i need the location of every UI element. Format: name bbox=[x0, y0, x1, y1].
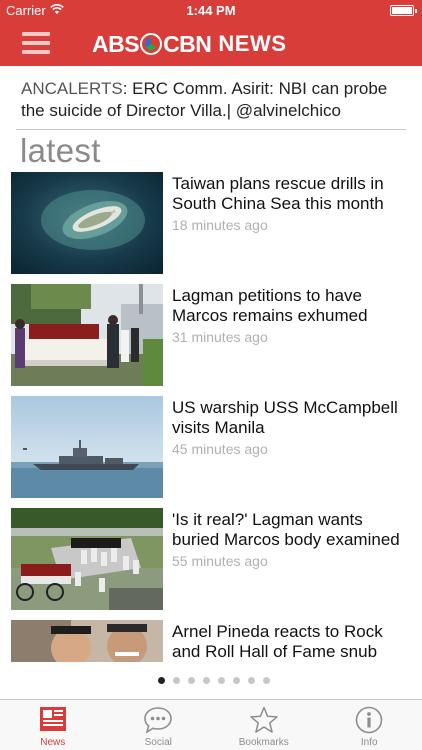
page-dot[interactable] bbox=[233, 677, 240, 684]
status-bar: Carrier 1:44 PM bbox=[0, 0, 422, 22]
menu-button[interactable] bbox=[22, 30, 50, 56]
hamburger-icon-bar bbox=[22, 32, 50, 36]
logo-text-left: ABS bbox=[92, 30, 140, 57]
breaking-news[interactable]: ANCALERTS: ERC Comm. Asirit: NBI can pro… bbox=[21, 78, 411, 122]
section-title: latest bbox=[20, 132, 101, 169]
clock: 1:44 PM bbox=[186, 3, 236, 18]
nav-bar: ABS CBN NEWS bbox=[0, 22, 422, 66]
article-time: 31 minutes ago bbox=[172, 329, 268, 345]
page-dot[interactable] bbox=[218, 677, 225, 684]
article-headline: Taiwan plans rescue drills in South Chin… bbox=[172, 174, 412, 235]
logo-text-right: CBN bbox=[163, 30, 212, 57]
page-indicator[interactable] bbox=[0, 677, 422, 685]
tab-social[interactable]: Social bbox=[106, 700, 212, 750]
battery-icon bbox=[390, 5, 417, 16]
article-headline: US warship USS McCampbell visits Manila … bbox=[172, 398, 412, 459]
article-headline: 'Is it real?' Lagman wants buried Marcos… bbox=[172, 510, 412, 571]
tab-label: Social bbox=[144, 737, 172, 748]
article-thumbnail bbox=[11, 284, 163, 386]
logo-text-news: NEWS bbox=[218, 31, 287, 56]
article-thumbnail bbox=[11, 620, 163, 662]
info-icon bbox=[354, 706, 384, 739]
headline-text: 'Is it real?' Lagman wants buried Marcos… bbox=[172, 510, 400, 549]
article-thumbnail bbox=[11, 396, 163, 498]
tab-info[interactable]: Info bbox=[317, 700, 422, 750]
article-time: 45 minutes ago bbox=[172, 441, 268, 457]
logo-mark-icon bbox=[140, 33, 163, 55]
article-time: 55 minutes ago bbox=[172, 553, 268, 569]
article-thumbnail bbox=[11, 508, 163, 610]
article-time: 18 minutes ago bbox=[172, 217, 268, 233]
news-icon bbox=[39, 706, 67, 737]
article-item[interactable]: Taiwan plans rescue drills in South Chin… bbox=[0, 172, 422, 276]
headline-text: Arnel Pineda reacts to Rock and Roll Hal… bbox=[172, 622, 383, 661]
page-dot[interactable] bbox=[248, 677, 255, 684]
article-item[interactable]: 'Is it real?' Lagman wants buried Marcos… bbox=[0, 508, 422, 612]
breaking-source: ANCALERTS bbox=[21, 79, 123, 98]
hamburger-icon-bar bbox=[22, 50, 50, 54]
star-icon bbox=[249, 706, 279, 739]
headline-text: Taiwan plans rescue drills in South Chin… bbox=[172, 174, 384, 213]
article-thumbnail bbox=[11, 172, 163, 274]
tab-news[interactable]: News bbox=[0, 700, 106, 750]
tab-label: Bookmarks bbox=[238, 737, 289, 748]
headline-text: Lagman petitions to have Marcos remains … bbox=[172, 286, 368, 325]
article-item[interactable]: Arnel Pineda reacts to Rock and Roll Hal… bbox=[0, 620, 422, 662]
page-dot[interactable] bbox=[203, 677, 210, 684]
tab-bar: News Social Bookmarks Info bbox=[0, 699, 422, 750]
tab-label: Info bbox=[360, 737, 378, 748]
page-dot[interactable] bbox=[173, 677, 180, 684]
divider bbox=[16, 129, 406, 130]
abs-cbn-news-logo: ABS CBN NEWS bbox=[92, 30, 286, 58]
article-headline: Lagman petitions to have Marcos remains … bbox=[172, 286, 412, 347]
page-dot[interactable] bbox=[263, 677, 270, 684]
speech-bubble-icon bbox=[143, 706, 173, 739]
tab-bookmarks[interactable]: Bookmarks bbox=[211, 700, 317, 750]
article-item[interactable]: Lagman petitions to have Marcos remains … bbox=[0, 284, 422, 388]
article-item[interactable]: US warship USS McCampbell visits Manila … bbox=[0, 396, 422, 500]
article-headline: Arnel Pineda reacts to Rock and Roll Hal… bbox=[172, 622, 412, 662]
headline-text: US warship USS McCampbell visits Manila bbox=[172, 398, 398, 437]
hamburger-icon-bar bbox=[22, 41, 50, 45]
page-dot[interactable] bbox=[158, 677, 165, 684]
page-dot[interactable] bbox=[188, 677, 195, 684]
tab-label: News bbox=[40, 737, 66, 748]
